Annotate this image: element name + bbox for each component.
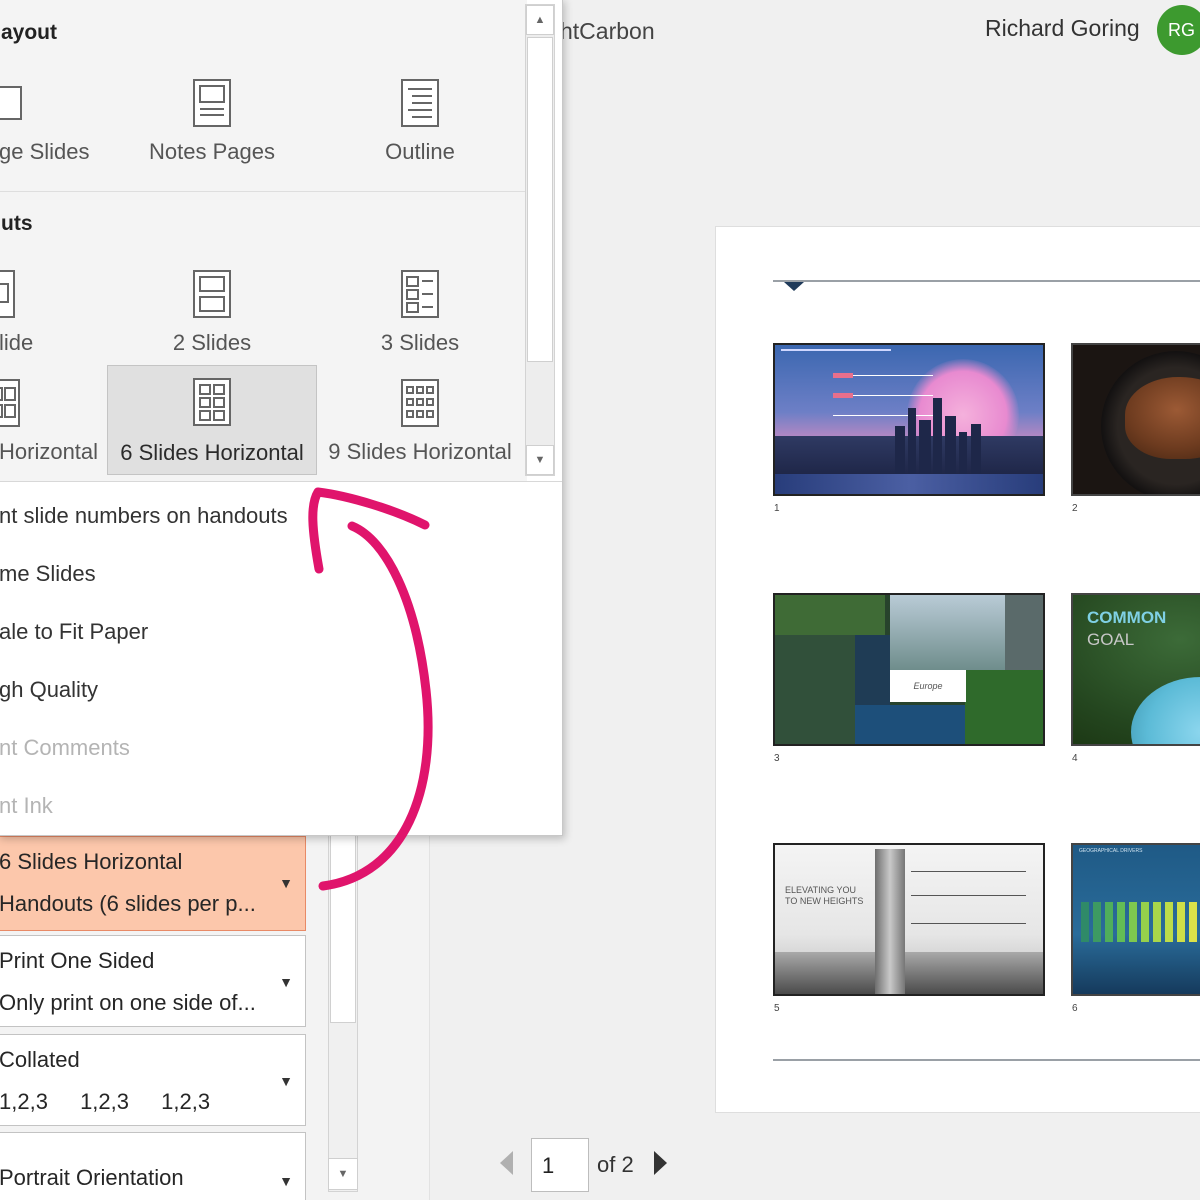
page-footer-rule: [773, 1059, 1200, 1061]
option-4-slides-horizontal[interactable]: Horizontal: [0, 379, 109, 491]
orientation-dropdown[interactable]: Portrait Orientation ▼: [0, 1132, 306, 1200]
page-marker: [784, 282, 804, 291]
scroll-down-button[interactable]: ▼: [526, 445, 554, 475]
option-outline[interactable]: Outline: [315, 79, 525, 191]
collation-order: 1,2,3 1,2,3 1,2,3: [0, 1089, 236, 1115]
page-count: of 2: [597, 1152, 634, 1177]
menu-divider: [0, 481, 562, 482]
option-label: 6 Slides Horizontal: [120, 440, 304, 465]
user-name[interactable]: Richard Goring: [985, 15, 1140, 42]
menu-item-frame-slides[interactable]: me Slides: [0, 561, 96, 587]
two-slides-icon: [193, 270, 231, 318]
print-preview-page: 1 2 Europe 3 COMMON GOAL 4 ELEVATING YOU…: [715, 226, 1200, 1113]
avatar[interactable]: RG: [1157, 5, 1200, 55]
menu-item-high-quality[interactable]: gh Quality: [0, 677, 98, 703]
collation-value: 1,2,3: [80, 1089, 129, 1114]
next-page-icon[interactable]: [654, 1151, 667, 1175]
menu-item-print-ink: nt Ink: [0, 793, 53, 818]
scrollbar-thumb[interactable]: [330, 831, 356, 1023]
menu-item-print-comments: nt Comments: [0, 735, 130, 760]
previous-page-icon[interactable]: [500, 1151, 513, 1175]
option-3-slides[interactable]: 3 Slides: [315, 270, 525, 382]
chevron-down-icon: ▼: [279, 1173, 293, 1189]
six-horizontal-icon: [193, 378, 231, 426]
slide-thumbnail-5[interactable]: ELEVATING YOU TO NEW HEIGHTS: [773, 843, 1045, 996]
print-layout-title: 6 Slides Horizontal: [0, 849, 183, 874]
chevron-down-icon: ▼: [279, 1073, 293, 1089]
chevron-down-icon: ▼: [279, 875, 293, 891]
option-1-slide[interactable]: lide: [0, 270, 109, 382]
option-label: Notes Pages: [149, 139, 275, 164]
slide4-subheading: GOAL: [1087, 630, 1135, 649]
slide-thumbnail-1[interactable]: [773, 343, 1045, 496]
option-label: 2 Slides: [172, 330, 252, 355]
slide-thumbnail-4[interactable]: COMMON GOAL: [1071, 593, 1200, 746]
slide4-heading: COMMON: [1087, 608, 1167, 627]
orientation-title: Portrait Orientation: [0, 1165, 184, 1190]
menu-item-scale-to-fit[interactable]: ale to Fit Paper: [0, 619, 148, 645]
outline-icon: [401, 79, 439, 127]
print-layout-menu: ayout ge Slides Notes Pages Outline uts: [0, 0, 563, 836]
slide-thumbnail-6[interactable]: GEOGRAPHICAL DRIVERS: [1071, 843, 1200, 996]
slide-number: 1: [774, 503, 780, 514]
scroll-up-button[interactable]: ▲: [526, 5, 554, 35]
option-label: 9 Slides Horizontal: [328, 439, 512, 464]
slide-number: 6: [1072, 1003, 1078, 1014]
print-layout-dropdown[interactable]: 6 Slides Horizontal Handouts (6 slides p…: [0, 836, 306, 931]
print-sides-dropdown[interactable]: Print One Sided Only print on one side o…: [0, 935, 306, 1027]
print-layout-subtitle: Handouts (6 slides per p...: [0, 891, 256, 916]
option-notes-pages[interactable]: Notes Pages: [107, 79, 317, 191]
settings-scrollbar[interactable]: [328, 830, 358, 1192]
option-label: lide: [0, 330, 34, 355]
option-full-page-slides[interactable]: ge Slides: [0, 79, 109, 191]
chevron-down-icon: ▼: [279, 974, 293, 990]
option-label: Horizontal: [0, 439, 99, 464]
slide-number: 5: [774, 1003, 780, 1014]
three-slides-icon: [401, 270, 439, 318]
document-title: htCarbon: [560, 18, 655, 44]
slide3-card: Europe: [890, 670, 966, 702]
slide5-caption: ELEVATING YOU TO NEW HEIGHTS: [785, 885, 864, 906]
slide-number: 2: [1072, 503, 1078, 514]
print-sides-title: Print One Sided: [0, 948, 155, 973]
slide-number: 3: [774, 753, 780, 764]
menu-item-print-slide-numbers[interactable]: nt slide numbers on handouts: [0, 503, 288, 529]
collation-value: 1,2,3: [0, 1089, 48, 1114]
scroll-down-button[interactable]: ▼: [328, 1158, 358, 1190]
scrollbar-thumb[interactable]: [527, 37, 553, 362]
page-number-input[interactable]: 1: [531, 1138, 589, 1192]
slide-thumbnail-2[interactable]: [1071, 343, 1200, 496]
nine-horizontal-icon: [401, 379, 439, 427]
four-horizontal-icon: [0, 379, 20, 427]
option-6-slides-horizontal[interactable]: 6 Slides Horizontal: [107, 365, 317, 475]
notes-pages-icon: [193, 79, 231, 127]
gallery-scrollbar[interactable]: ▲ ▼: [525, 4, 555, 476]
section-header-handouts: uts: [1, 212, 33, 235]
slide-number: 4: [1072, 753, 1078, 764]
slide-thumbnail-3[interactable]: Europe: [773, 593, 1045, 746]
option-label: ge Slides: [0, 139, 90, 164]
collation-title: Collated: [0, 1047, 80, 1072]
option-9-slides-horizontal[interactable]: 9 Slides Horizontal: [315, 379, 525, 491]
slide6-header: GEOGRAPHICAL DRIVERS: [1079, 848, 1143, 854]
collation-dropdown[interactable]: Collated 1,2,3 1,2,3 1,2,3 ▼: [0, 1034, 306, 1126]
page-header-rule: [773, 280, 1200, 282]
option-label: Outline: [385, 139, 455, 164]
option-label: 3 Slides: [380, 330, 460, 355]
print-sides-subtitle: Only print on one side of...: [0, 990, 256, 1015]
section-divider: [0, 191, 527, 192]
full-page-slide-icon: [0, 86, 22, 120]
section-header-print-layout: ayout: [1, 21, 58, 44]
collation-value: 1,2,3: [161, 1089, 211, 1114]
one-slide-icon: [0, 270, 15, 318]
